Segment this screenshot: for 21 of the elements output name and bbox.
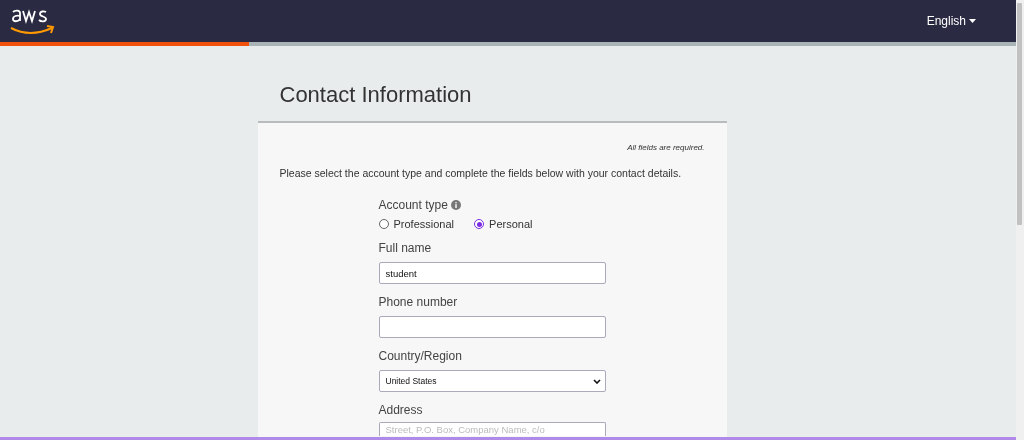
field-label: Phone number [378, 295, 458, 309]
chevron-icon [592, 378, 601, 384]
field-label: Full name [378, 241, 432, 255]
required-note: All fields are required. [627, 143, 705, 152]
input-field[interactable]: Street, P.O. Box, Company Name, c/o [378, 422, 606, 436]
input-field[interactable]: student [378, 262, 606, 284]
radio-button[interactable] [474, 219, 485, 229]
input-field[interactable] [378, 316, 606, 338]
field-label: Account type [378, 198, 448, 212]
radio-option[interactable]: Professional [378, 218, 455, 230]
scrollbar[interactable] [1016, 0, 1024, 440]
info-icon[interactable] [450, 200, 461, 210]
radio-option[interactable]: Personal [474, 218, 533, 230]
page-title: Contact Information [279, 82, 472, 109]
intro-text: Please select the account type and complete the fields below with your contact details. [279, 167, 682, 179]
field-label: Address [378, 403, 423, 417]
caret-icon [969, 19, 976, 23]
country-select[interactable]: United States [378, 370, 606, 392]
field-label: Country/Region [378, 349, 462, 363]
radio-button[interactable] [378, 219, 389, 229]
language-dropdown[interactable]: English [926, 14, 976, 28]
